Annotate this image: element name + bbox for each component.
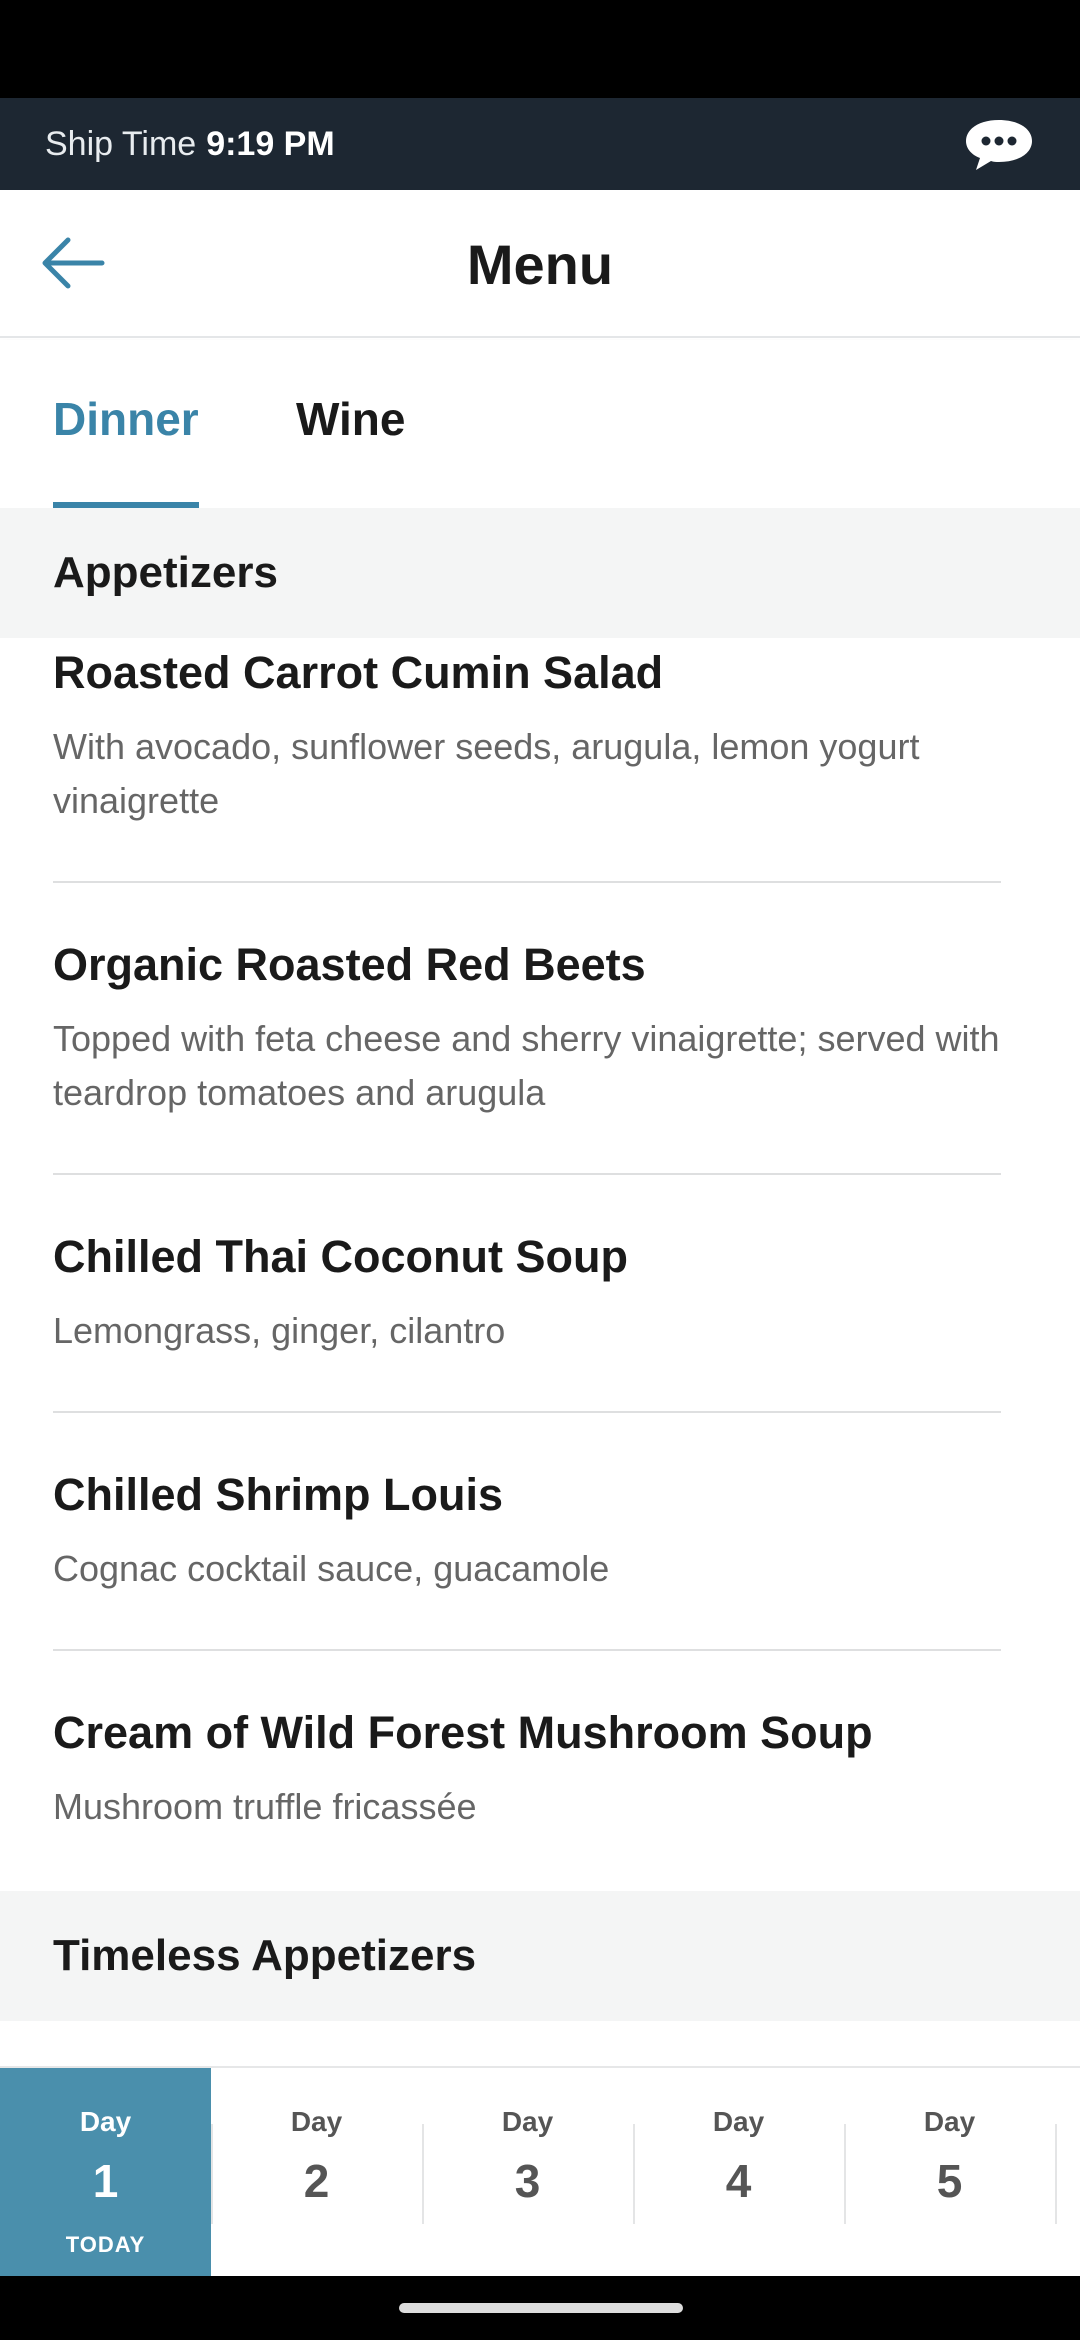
- day-number: 4: [725, 2155, 752, 2207]
- tab-wine[interactable]: Wine: [296, 392, 405, 508]
- menu-item[interactable]: Roasted Carrot Cumin Salad With avocado,…: [53, 638, 1001, 828]
- menu-item[interactable]: Organic Roasted Red Beets Topped with fe…: [53, 930, 1001, 1120]
- tab-dinner[interactable]: Dinner: [53, 392, 199, 508]
- section-header-timeless-appetizers: Timeless Appetizers: [0, 1891, 1080, 2021]
- day-tab-next-partial[interactable]: [1055, 2068, 1079, 2278]
- day-label: Day: [501, 2106, 554, 2137]
- section-header-appetizers: Appetizers: [0, 508, 1080, 638]
- menu-item-name: Roasted Carrot Cumin Salad: [53, 647, 664, 698]
- day-number: 5: [936, 2155, 963, 2207]
- ship-time-value: 9:19 PM: [206, 124, 335, 163]
- day-number: 2: [303, 2155, 330, 2207]
- day-number: 3: [514, 2155, 541, 2207]
- divider: [53, 881, 1001, 883]
- menu-item-description: With avocado, sunflower seeds, arugula, …: [53, 726, 920, 821]
- ship-time-label: Ship Time: [45, 124, 197, 163]
- app-header: Menu: [0, 190, 1080, 338]
- day-label: Day: [712, 2106, 765, 2137]
- divider: [53, 1411, 1001, 1413]
- day-tab-3[interactable]: Day 3: [422, 2068, 633, 2278]
- system-navigation-bar: [0, 2276, 1080, 2340]
- divider: [53, 1173, 1001, 1175]
- menu-item-description: Lemongrass, ginger, cilantro: [53, 1310, 506, 1351]
- menu-item-name: Cream of Wild Forest Mushroom Soup: [53, 1707, 873, 1758]
- menu-item-name: Chilled Shrimp Louis: [53, 1469, 504, 1520]
- menu-item-description: Cognac cocktail sauce, guacamole: [53, 1548, 610, 1589]
- page-title: Menu: [466, 233, 614, 296]
- menu-item-description: Topped with feta cheese and sherry vinai…: [53, 1018, 1000, 1113]
- day-tab-1[interactable]: Day 1 TODAY: [0, 2068, 211, 2278]
- menu-item[interactable]: Chilled Thai Coconut Soup Lemongrass, gi…: [53, 1222, 1001, 1358]
- divider: [53, 1649, 1001, 1651]
- home-indicator[interactable]: [399, 2303, 683, 2313]
- day-tab-2[interactable]: Day 2: [211, 2068, 422, 2278]
- screen: Ship Time 9:19 PM Menu Dinner Wine Appet…: [0, 0, 1080, 2340]
- menu-item-name: Chilled Thai Coconut Soup: [53, 1231, 628, 1282]
- ship-time-bar: Ship Time 9:19 PM: [0, 98, 1080, 190]
- day-selector: Day 1 TODAY Day 2 Day 3 Day 4 Day 5: [0, 2066, 1080, 2278]
- day-tab-4[interactable]: Day 4: [633, 2068, 844, 2278]
- system-status-bar: [0, 0, 1080, 98]
- chat-bubble-icon[interactable]: [962, 116, 1036, 174]
- day-label: Day: [290, 2106, 343, 2137]
- day-label: Day: [923, 2106, 976, 2137]
- day-tab-5[interactable]: Day 5: [844, 2068, 1055, 2278]
- menu-tabs: Dinner Wine: [0, 340, 1080, 508]
- day-number: 1: [92, 2155, 119, 2207]
- day-label: Day: [79, 2106, 132, 2137]
- today-label: TODAY: [65, 2232, 146, 2257]
- menu-item-name: Organic Roasted Red Beets: [53, 939, 646, 990]
- menu-item[interactable]: Cream of Wild Forest Mushroom Soup Mushr…: [53, 1698, 1001, 1834]
- menu-item[interactable]: Chilled Shrimp Louis Cognac cocktail sau…: [53, 1460, 1001, 1596]
- menu-item-description: Mushroom truffle fricassée: [53, 1786, 477, 1827]
